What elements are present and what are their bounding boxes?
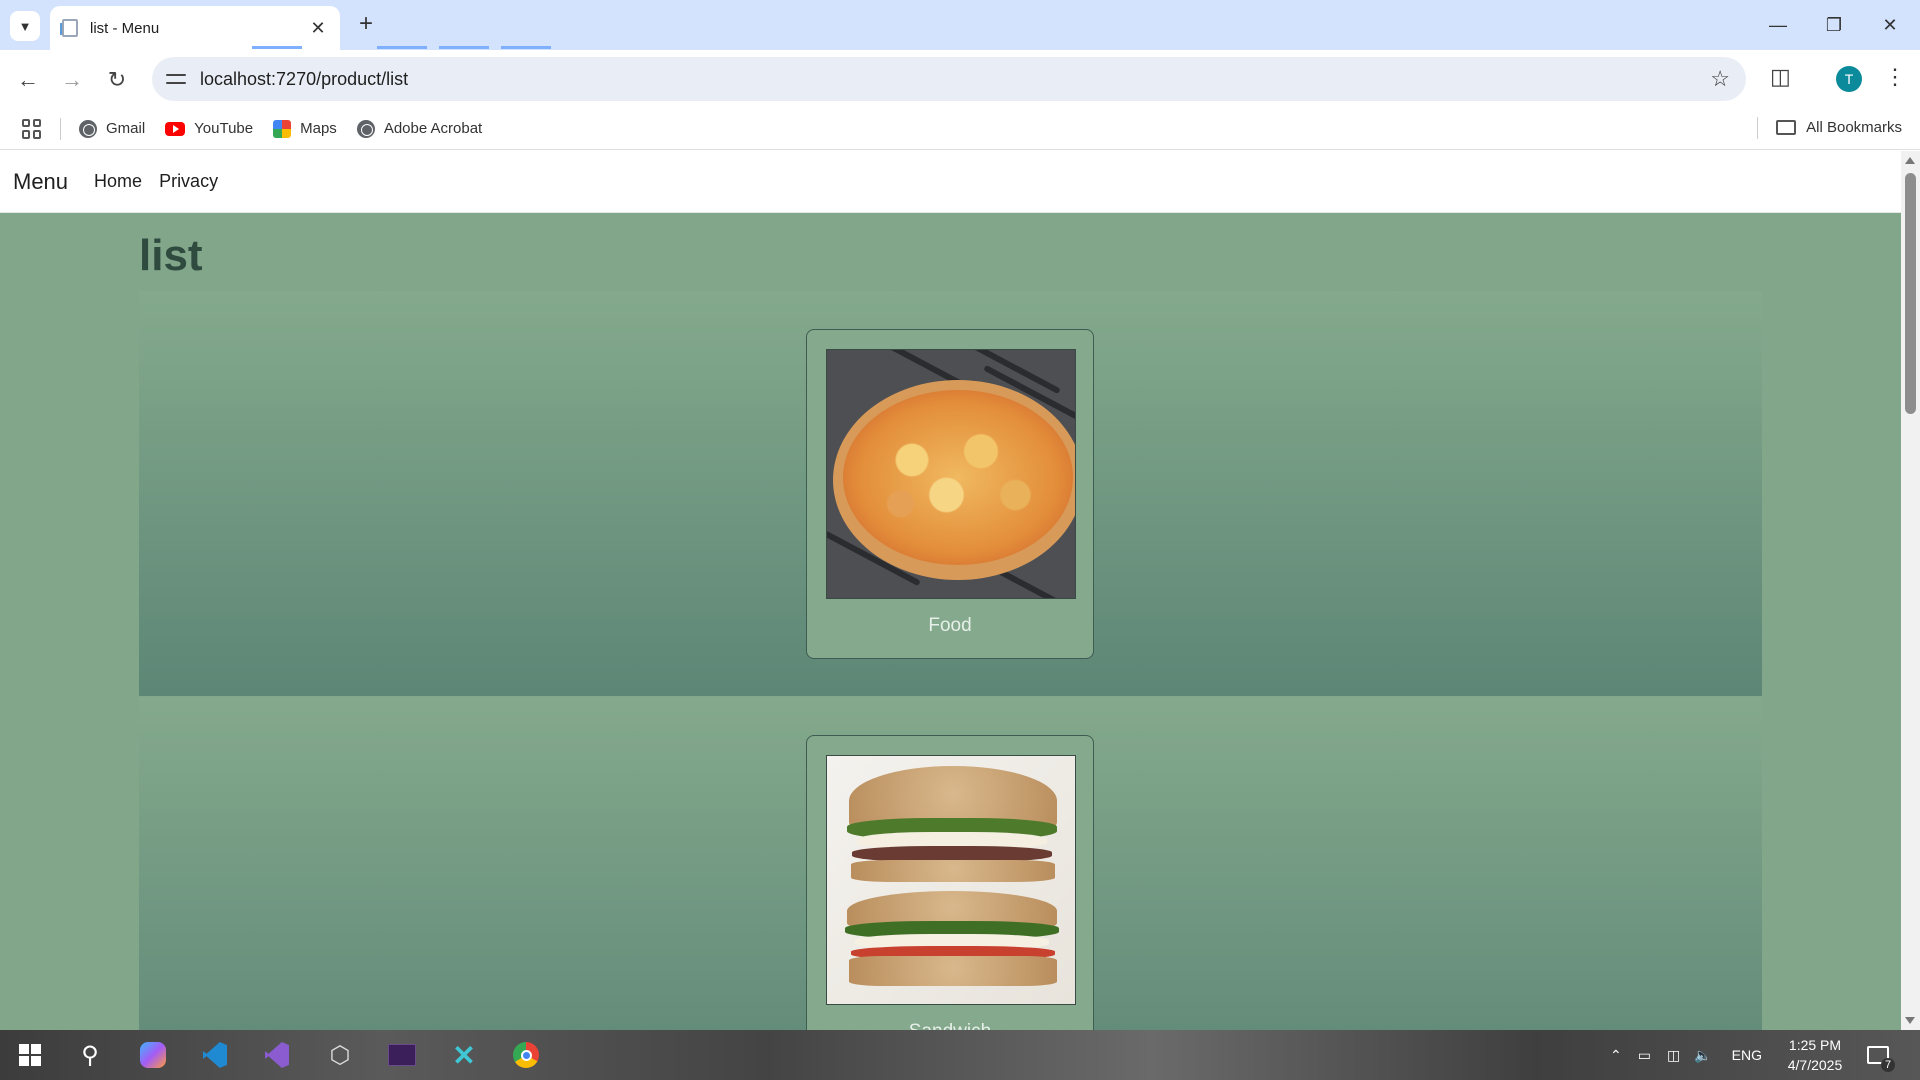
- arrow-left-icon: ←: [17, 67, 39, 92]
- bookmark-adobe-acrobat[interactable]: Adobe Acrobat: [356, 119, 483, 138]
- address-bar[interactable]: localhost:7270/product/list ☆: [152, 57, 1746, 101]
- clock-date: 4/7/2025: [1787, 1057, 1843, 1073]
- bookmark-label: Gmail: [106, 120, 146, 137]
- taskbar-clock[interactable]: 1:25 PM 4/7/2025: [1780, 1035, 1850, 1075]
- unity-taskbar-button[interactable]: ⬡: [324, 1039, 356, 1071]
- bookmark-label: Maps: [300, 120, 337, 137]
- product-section: Food: [139, 291, 1762, 696]
- restore-icon: ❐: [1825, 14, 1843, 35]
- notification-center-button[interactable]: 7: [1862, 1039, 1895, 1072]
- page-favicon-icon: [60, 19, 78, 37]
- product-section: Sandwich: [139, 697, 1762, 1030]
- tab-strip: ▼ list - Menu ✕ + — ❐ ✕: [0, 0, 1920, 50]
- active-app-indicator: [377, 46, 427, 49]
- active-app-indicator: [439, 46, 489, 49]
- youtube-icon: [165, 121, 186, 136]
- close-window-button[interactable]: ✕: [1862, 0, 1918, 50]
- tab-title: list - Menu: [90, 19, 160, 37]
- bookmark-youtube[interactable]: YouTube: [165, 120, 253, 137]
- bookmark-star-icon[interactable]: ☆: [1710, 66, 1730, 92]
- new-tab-button[interactable]: +: [352, 10, 380, 38]
- restore-button[interactable]: ❐: [1806, 0, 1862, 50]
- copilot-taskbar-button[interactable]: [137, 1039, 169, 1071]
- pizza-image[interactable]: [826, 349, 1076, 599]
- folder-icon: [1776, 120, 1797, 135]
- site-brand[interactable]: Menu: [13, 169, 68, 195]
- minimize-icon: —: [1769, 14, 1787, 35]
- browser-toolbar: ← → ↻ localhost:7270/product/list ☆: [0, 50, 1920, 108]
- bookmark-maps[interactable]: Maps: [273, 119, 337, 138]
- globe-icon: [79, 119, 97, 138]
- chevron-up-icon[interactable]: ⌃: [1610, 1047, 1622, 1064]
- product-name: Sandwich: [807, 1021, 1093, 1030]
- back-button[interactable]: ←: [12, 64, 44, 96]
- chevron-down-icon: ▼: [18, 18, 32, 34]
- terminal-icon: [388, 1044, 416, 1066]
- network-icon[interactable]: ◫: [1667, 1047, 1680, 1064]
- bookmark-label: YouTube: [194, 120, 254, 137]
- minimize-button[interactable]: —: [1750, 0, 1806, 50]
- tab-search-button[interactable]: ▼: [10, 11, 40, 41]
- unity-icon: ⬡: [329, 1041, 351, 1069]
- scrollbar-thumb[interactable]: [1905, 173, 1916, 414]
- bookmark-gmail[interactable]: Gmail: [79, 119, 146, 138]
- vscode-taskbar-button[interactable]: [199, 1039, 231, 1071]
- language-indicator[interactable]: ENG: [1732, 1047, 1762, 1063]
- scroll-up-icon[interactable]: [1905, 157, 1915, 164]
- extensions-icon[interactable]: ◫: [1770, 64, 1791, 90]
- bookmarks-bar: Gmail YouTube Maps Adobe Acrobat All Boo…: [0, 108, 1920, 150]
- forward-button[interactable]: →: [56, 64, 88, 96]
- bookmark-label: Adobe Acrobat: [383, 120, 483, 137]
- sandwich-image[interactable]: [826, 755, 1076, 1005]
- active-app-indicator: [252, 46, 302, 49]
- active-app-indicator: [501, 46, 551, 49]
- bookmarks-divider: [60, 117, 61, 140]
- chrome-icon: [513, 1042, 539, 1068]
- search-taskbar-button[interactable]: ⚲: [74, 1039, 106, 1071]
- all-bookmarks-label: All Bookmarks: [1806, 119, 1902, 136]
- battery-icon[interactable]: ▭: [1638, 1047, 1651, 1064]
- profile-avatar[interactable]: T: [1836, 66, 1862, 92]
- reload-button[interactable]: ↻: [101, 64, 133, 96]
- nav-link-home[interactable]: Home: [94, 171, 142, 192]
- bookmarks-divider: [1757, 117, 1758, 139]
- page-title: list: [139, 231, 203, 280]
- close-icon: ✕: [1882, 14, 1898, 35]
- cursor-icon: ✕: [452, 1039, 476, 1071]
- product-card[interactable]: Food: [806, 329, 1094, 659]
- terminal-taskbar-button[interactable]: [386, 1039, 418, 1071]
- notification-count: 7: [1881, 1058, 1895, 1072]
- visual-studio-taskbar-button[interactable]: [261, 1039, 293, 1071]
- maps-icon: [273, 119, 292, 138]
- url-text[interactable]: localhost:7270/product/list: [200, 69, 1710, 90]
- visual-studio-icon: [265, 1042, 289, 1068]
- page-scrollbar[interactable]: [1901, 151, 1920, 1030]
- system-tray: ⌃ ▭ ◫ 🔈 ENG: [1610, 1030, 1762, 1080]
- apps-grid-icon[interactable]: [22, 118, 42, 139]
- clock-time: 1:25 PM: [1788, 1037, 1842, 1053]
- chrome-taskbar-button[interactable]: [510, 1039, 542, 1071]
- more-menu-icon[interactable]: ⋮: [1884, 64, 1906, 90]
- windows-start-button[interactable]: [14, 1039, 46, 1071]
- site-settings-icon[interactable]: [166, 69, 186, 89]
- windows-logo-icon: [19, 1044, 41, 1066]
- copilot-icon: [140, 1042, 166, 1068]
- arrow-right-icon: →: [61, 67, 83, 92]
- close-tab-icon[interactable]: ✕: [308, 18, 328, 39]
- product-card[interactable]: Sandwich: [806, 735, 1094, 1030]
- product-name: Food: [928, 615, 972, 636]
- vscode-icon: [203, 1042, 227, 1068]
- site-navbar: Menu Home Privacy: [0, 151, 1901, 213]
- page-viewport: Menu Home Privacy list Food: [0, 151, 1901, 1030]
- notification-icon: 7: [1867, 1046, 1895, 1072]
- all-bookmarks-button[interactable]: All Bookmarks: [1776, 119, 1902, 136]
- volume-icon[interactable]: 🔈: [1694, 1047, 1711, 1064]
- active-tab[interactable]: list - Menu ✕: [50, 6, 340, 50]
- globe-icon: [356, 119, 375, 138]
- reload-icon: ↻: [107, 67, 127, 92]
- search-icon: ⚲: [81, 1041, 99, 1069]
- nav-link-privacy[interactable]: Privacy: [159, 171, 218, 192]
- scroll-down-icon[interactable]: [1905, 1017, 1915, 1024]
- cursor-taskbar-button[interactable]: ✕: [448, 1039, 480, 1071]
